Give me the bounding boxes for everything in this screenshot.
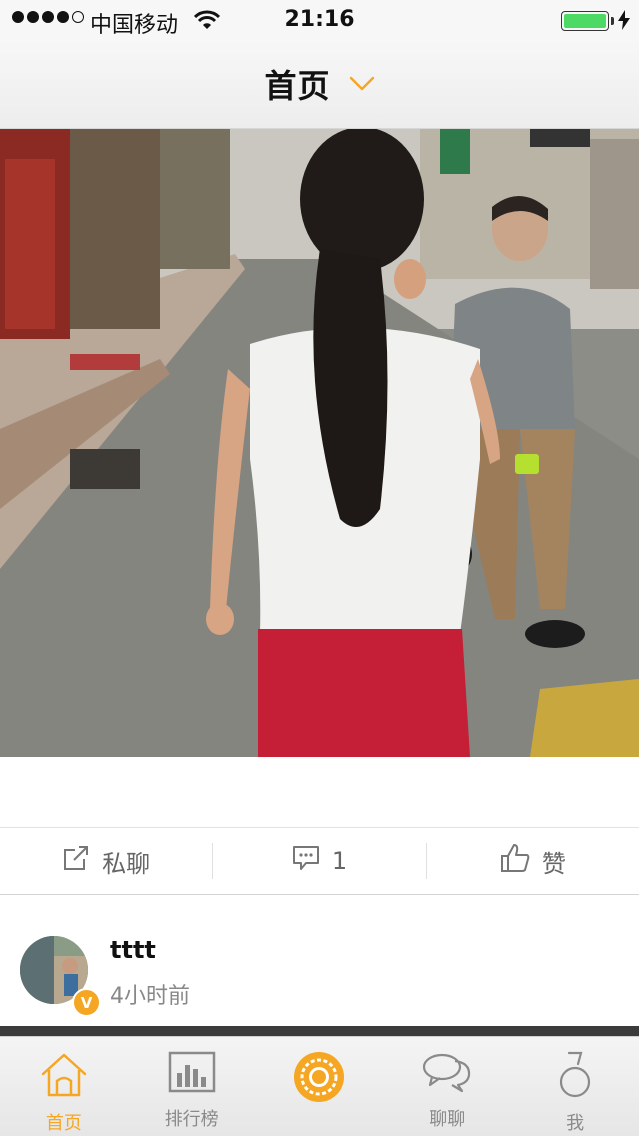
author-row[interactable]: V tttt 4小时前 [0, 896, 639, 1026]
comment-button[interactable]: 1 [213, 828, 425, 894]
page-title[interactable]: 首页 [264, 61, 330, 107]
status-bar: 中国移动 21:16 [0, 0, 639, 40]
verified-badge: V [72, 988, 101, 1017]
post-photo[interactable] [0, 129, 639, 757]
chat-bubbles-icon [422, 1051, 472, 1099]
comment-icon [292, 845, 320, 877]
person-icon [558, 1051, 592, 1103]
share-out-icon [62, 844, 90, 878]
author-username[interactable]: tttt [110, 936, 156, 964]
charging-icon [618, 10, 630, 36]
tab-me[interactable]: 我 [511, 1037, 639, 1136]
tab-camera[interactable] [256, 1037, 384, 1136]
tab-ranking-label: 排行榜 [164, 1109, 219, 1130]
battery-tip [611, 17, 614, 25]
private-chat-button[interactable]: 私聊 [0, 828, 212, 894]
tab-home[interactable]: 首页 [0, 1037, 128, 1136]
camera-shutter-icon [293, 1051, 345, 1107]
tab-bar: 首页 排行榜 聊聊 我 [0, 1036, 639, 1136]
tab-me-label: 我 [566, 1113, 585, 1134]
bar-chart-icon [168, 1051, 216, 1099]
navigation-bar: 首页 [0, 40, 639, 129]
post-action-bar: 私聊 1 赞 [0, 827, 639, 895]
tab-ranking[interactable]: 排行榜 [128, 1037, 256, 1136]
comment-count: 1 [331, 847, 348, 875]
thumbs-up-icon [500, 843, 530, 879]
tab-home-label: 首页 [45, 1113, 82, 1134]
battery-icon [561, 11, 609, 31]
tab-chat-label: 聊聊 [429, 1109, 466, 1130]
like-button[interactable]: 赞 [427, 828, 639, 894]
private-chat-label: 私聊 [102, 849, 151, 878]
street-scene-image [0, 129, 639, 757]
clock: 21:16 [284, 7, 355, 32]
home-icon [40, 1051, 88, 1103]
post-time: 4小时前 [110, 984, 190, 1009]
chevron-down-icon[interactable] [349, 76, 375, 96]
tab-chat[interactable]: 聊聊 [383, 1037, 511, 1136]
like-label: 赞 [541, 849, 566, 878]
